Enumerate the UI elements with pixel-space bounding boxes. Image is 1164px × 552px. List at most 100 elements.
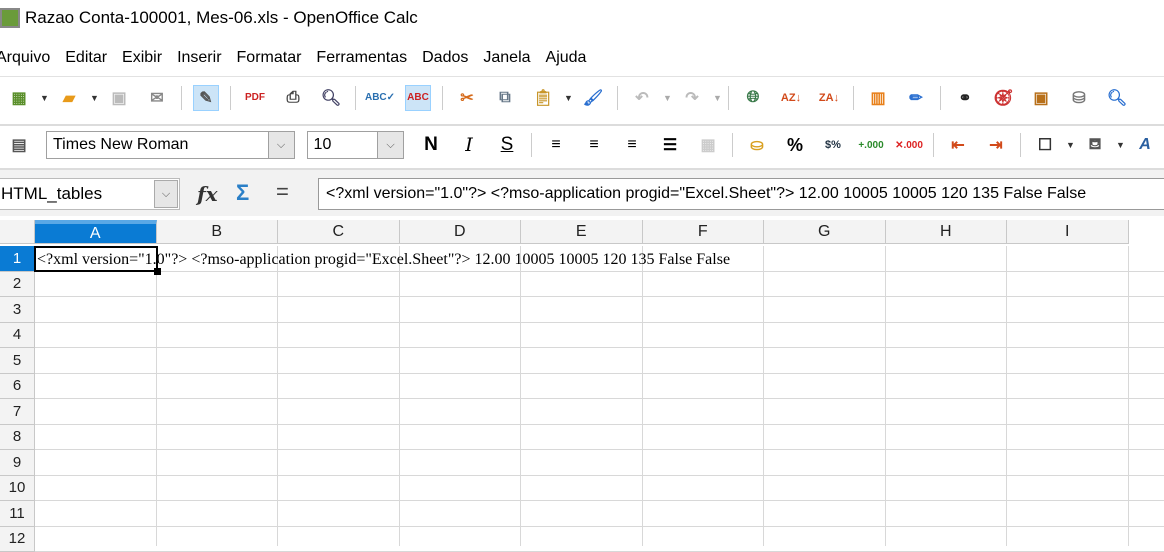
zoom-icon[interactable]: 🔍︎	[1104, 85, 1130, 111]
spellcheck-icon[interactable]: ABC✓	[367, 85, 393, 111]
print-icon[interactable]: ⎙	[280, 85, 306, 111]
copy-icon[interactable]: ⧉	[492, 85, 518, 111]
bold-button[interactable]: N	[418, 132, 444, 158]
menu-exibir[interactable]: Exibir	[122, 49, 162, 67]
background-dropdown-icon[interactable]: ▼	[1116, 140, 1124, 150]
email-icon[interactable]: ✉	[144, 85, 170, 111]
menu-dados[interactable]: Dados	[422, 49, 468, 67]
formula-input[interactable]: <?xml version="1.0"?> <?mso-application …	[318, 178, 1164, 210]
align-right-icon[interactable]: ≡	[619, 132, 645, 158]
gridline	[35, 296, 1164, 297]
row-header-7[interactable]: 7	[0, 399, 35, 425]
print-preview-icon[interactable]: 🔍︎	[318, 85, 344, 111]
font-name-value: Times New Roman	[53, 136, 188, 154]
background-color-icon[interactable]: ⛾	[1082, 132, 1108, 158]
underline-button[interactable]: S	[494, 132, 520, 158]
chevron-down-icon[interactable]: ⌵	[268, 132, 294, 158]
chevron-down-icon[interactable]: ⌵	[154, 180, 178, 208]
new-document-icon[interactable]: ▦	[6, 85, 32, 111]
hyperlink-icon[interactable]: 🌐︎	[740, 85, 766, 111]
menu-ajuda[interactable]: Ajuda	[546, 49, 587, 67]
row-header-9[interactable]: 9	[0, 450, 35, 476]
autospellcheck-icon[interactable]: ABC	[405, 85, 431, 111]
navigator-icon[interactable]: 🧭︎	[990, 85, 1016, 111]
row-header-8[interactable]: 8	[0, 425, 35, 451]
menu-editar[interactable]: Editar	[65, 49, 107, 67]
column-header-c[interactable]: C	[278, 220, 400, 244]
borders-dropdown-icon[interactable]: ▼	[1066, 140, 1074, 150]
currency-format-icon[interactable]: ⛀	[744, 132, 770, 158]
name-box[interactable]: HTML_tables ⌵	[0, 178, 180, 210]
chart-icon[interactable]: ▥	[865, 85, 891, 111]
open-dropdown-icon[interactable]: ▼	[90, 93, 98, 103]
clone-format-icon[interactable]: 🖌︎	[580, 85, 606, 111]
row-header-5[interactable]: 5	[0, 348, 35, 374]
row-header-12[interactable]: 12	[0, 527, 35, 552]
justify-icon[interactable]: ☰	[657, 132, 683, 158]
new-dropdown-icon[interactable]: ▼	[40, 93, 48, 103]
redo-dropdown-icon[interactable]: ▼	[713, 93, 721, 103]
row-header-11[interactable]: 11	[0, 501, 35, 527]
menu-inserir[interactable]: Inserir	[177, 49, 221, 67]
italic-button[interactable]: I	[456, 132, 482, 158]
row-header-3[interactable]: 3	[0, 297, 35, 323]
row-header-6[interactable]: 6	[0, 374, 35, 400]
styles-icon[interactable]: ▤	[6, 132, 32, 158]
column-header-d[interactable]: D	[400, 220, 522, 244]
redo-icon[interactable]: ↷	[679, 85, 705, 111]
gridline	[1006, 246, 1007, 546]
sum-icon[interactable]: Σ	[236, 180, 249, 206]
calc-app-icon	[0, 8, 20, 28]
row-header-2[interactable]: 2	[0, 272, 35, 298]
edit-file-icon[interactable]: ✎	[193, 85, 219, 111]
undo-icon[interactable]: ↶	[629, 85, 655, 111]
font-name-combo[interactable]: Times New Roman ⌵	[46, 131, 295, 159]
undo-dropdown-icon[interactable]: ▼	[663, 93, 671, 103]
cut-icon[interactable]: ✂	[454, 85, 480, 111]
find-replace-icon[interactable]: ⚭	[952, 85, 978, 111]
column-header-h[interactable]: H	[886, 220, 1008, 244]
add-decimal-icon[interactable]: +.000	[858, 132, 884, 158]
align-left-icon[interactable]: ≡	[543, 132, 569, 158]
save-icon[interactable]: ▣	[106, 85, 132, 111]
decrease-indent-icon[interactable]: ⇤	[945, 132, 971, 158]
row-header-10[interactable]: 10	[0, 476, 35, 502]
column-header-a[interactable]: A	[35, 220, 157, 244]
column-header-f[interactable]: F	[643, 220, 765, 244]
increase-indent-icon[interactable]: ⇥	[983, 132, 1009, 158]
function-icon[interactable]: =	[276, 179, 289, 205]
data-sources-icon[interactable]: ⛁	[1066, 85, 1092, 111]
merge-cells-icon[interactable]: ▦	[695, 132, 721, 158]
column-header-e[interactable]: E	[521, 220, 643, 244]
align-center-icon[interactable]: ≡	[581, 132, 607, 158]
function-wizard-icon[interactable]: fx	[197, 182, 218, 206]
spreadsheet-grid[interactable]: ABCDEFGHI 123456789101112 <?xml version=…	[0, 218, 1164, 540]
column-header-b[interactable]: B	[157, 220, 279, 244]
export-pdf-icon[interactable]: PDF	[242, 85, 268, 111]
row-header-1[interactable]: 1	[0, 246, 35, 272]
delete-decimal-icon[interactable]: ✕.000	[896, 132, 922, 158]
separator	[933, 133, 934, 157]
open-folder-icon[interactable]: ▰	[56, 85, 82, 111]
menu-formatar[interactable]: Formatar	[237, 49, 302, 67]
menu-janela[interactable]: Janela	[483, 49, 530, 67]
draw-functions-icon[interactable]: ✏	[903, 85, 929, 111]
paste-icon[interactable]: 📋︎	[530, 85, 556, 111]
sort-ascending-icon[interactable]: AZ↓	[778, 85, 804, 111]
menu-arquivo[interactable]: Arquivo	[0, 49, 50, 67]
paste-dropdown-icon[interactable]: ▼	[564, 93, 572, 103]
select-all-corner[interactable]	[0, 220, 35, 244]
chevron-down-icon[interactable]: ⌵	[377, 132, 403, 158]
menu-ferramentas[interactable]: Ferramentas	[316, 49, 407, 67]
standard-format-icon[interactable]: $%	[820, 132, 846, 158]
borders-icon[interactable]: ☐	[1032, 132, 1058, 158]
font-size-combo[interactable]: 10 ⌵	[307, 131, 404, 159]
column-header-g[interactable]: G	[764, 220, 886, 244]
gallery-icon[interactable]: ▣	[1028, 85, 1054, 111]
column-header-i[interactable]: I	[1007, 220, 1129, 244]
sort-descending-icon[interactable]: ZA↓	[816, 85, 842, 111]
percent-format-button[interactable]: %	[782, 132, 808, 158]
font-color-icon[interactable]: A	[1132, 132, 1158, 158]
fill-handle[interactable]	[154, 268, 161, 275]
row-header-4[interactable]: 4	[0, 323, 35, 349]
